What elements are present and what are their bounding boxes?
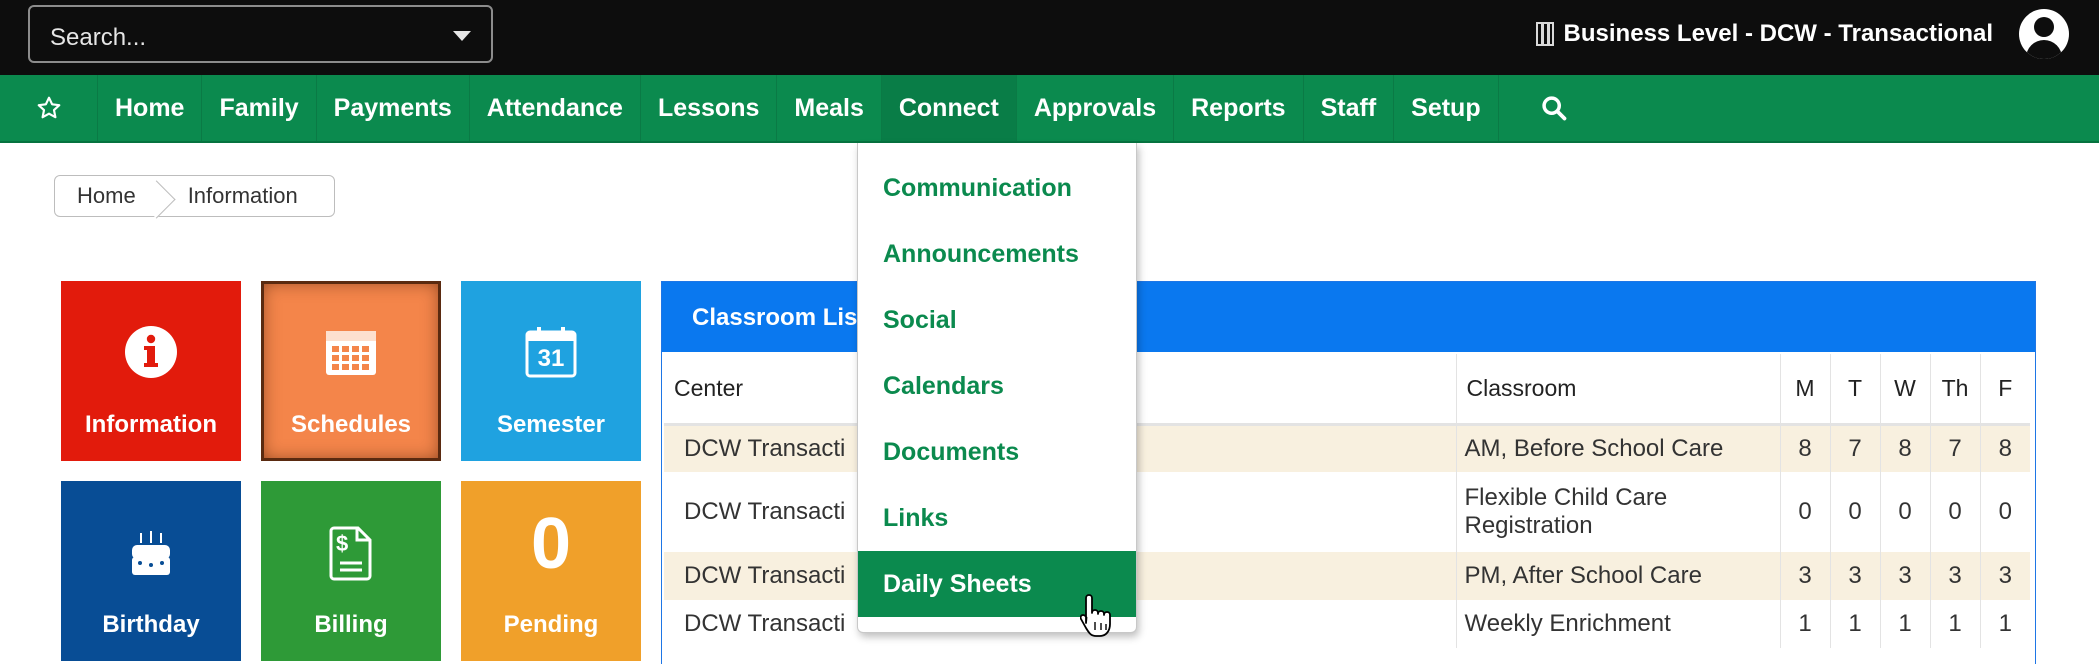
cell-w: 1 <box>1879 600 1930 648</box>
col-w[interactable]: W <box>1879 354 1930 426</box>
menu-item-communication[interactable]: Communication <box>858 155 1136 221</box>
cell-classroom: Weekly Enrichment <box>1455 600 1780 648</box>
cell-m: 0 <box>1779 472 1830 552</box>
business-level-label: Business Level - DCW - Transactional <box>1563 20 1993 47</box>
col-m[interactable]: M <box>1779 354 1830 426</box>
cell-m: 3 <box>1779 552 1830 600</box>
birthday-cake-icon <box>124 525 178 584</box>
tile-billing[interactable]: $ Billing <box>261 481 441 661</box>
calendar-day-number: 31 <box>537 345 565 372</box>
cell-t: 1 <box>1829 600 1880 648</box>
col-f[interactable]: F <box>1979 354 2030 426</box>
nav-approvals[interactable]: Approvals <box>1017 75 1175 141</box>
cell-m: 1 <box>1779 600 1830 648</box>
breadcrumb: Home Information <box>54 175 335 217</box>
cell-th: 7 <box>1929 424 1980 472</box>
cell-f: 0 <box>1979 472 2030 552</box>
app-window: Search... Business Level - DCW - Transac… <box>0 0 2099 664</box>
cell-t: 0 <box>1829 472 1880 552</box>
nav-payments[interactable]: Payments <box>317 75 470 141</box>
dropdown-caret-icon[interactable] <box>453 31 471 41</box>
search-placeholder: Search... <box>50 24 147 51</box>
invoice-dollar-icon: $ <box>324 525 378 581</box>
nav-setup[interactable]: Setup <box>1394 75 1499 141</box>
tile-schedules[interactable]: Schedules <box>261 281 441 461</box>
cell-th: 3 <box>1929 552 1980 600</box>
cell-w: 3 <box>1879 552 1930 600</box>
menu-item-links[interactable]: Links <box>858 485 1136 551</box>
search-select[interactable]: Search... <box>28 5 493 63</box>
nav-reports[interactable]: Reports <box>1174 75 1304 141</box>
building-icon <box>1535 22 1554 46</box>
cell-w: 0 <box>1879 472 1930 552</box>
nav-lessons[interactable]: Lessons <box>641 75 778 141</box>
nav-meals[interactable]: Meals <box>777 75 882 141</box>
cell-f: 3 <box>1979 552 2030 600</box>
menu-item-announcements[interactable]: Announcements <box>858 221 1136 287</box>
hand-pointer-cursor-icon <box>1079 592 1112 647</box>
calendar-grid-icon <box>324 325 378 384</box>
breadcrumb-home[interactable]: Home <box>55 183 162 209</box>
col-classroom[interactable]: Classroom <box>1455 354 1780 426</box>
menu-item-documents[interactable]: Documents <box>858 419 1136 485</box>
business-level-selector[interactable]: Business Level - DCW - Transactional <box>1535 20 1993 48</box>
cell-t: 3 <box>1829 552 1880 600</box>
menu-item-calendars[interactable]: Calendars <box>858 353 1136 419</box>
nav-attendance[interactable]: Attendance <box>470 75 641 141</box>
cell-f: 1 <box>1979 600 2030 648</box>
nav-connect[interactable]: Connect <box>881 75 1017 141</box>
breadcrumb-information: Information <box>187 183 298 208</box>
tile-pending[interactable]: 0 Pending <box>461 481 641 661</box>
dollar-sign: $ <box>336 531 349 556</box>
nav-search-icon[interactable] <box>1519 75 1589 141</box>
menu-item-social[interactable]: Social <box>858 287 1136 353</box>
top-bar: Search... Business Level - DCW - Transac… <box>0 0 2099 75</box>
tile-semester[interactable]: 31 Semester <box>461 281 641 461</box>
user-avatar-icon[interactable] <box>2019 9 2069 59</box>
cell-th: 1 <box>1929 600 1980 648</box>
info-icon <box>124 325 178 384</box>
tile-birthday-label: Birthday <box>102 611 200 638</box>
tile-information[interactable]: Information <box>61 281 241 461</box>
tile-semester-label: Semester <box>496 411 606 438</box>
tile-birthday[interactable]: Birthday <box>61 481 241 661</box>
calendar-31-icon: 31 <box>524 325 578 379</box>
tile-information-label: Information <box>85 411 217 438</box>
cell-m: 8 <box>1779 424 1830 472</box>
cell-w: 8 <box>1879 424 1930 472</box>
cell-th: 0 <box>1929 472 1980 552</box>
pending-count: 0 <box>530 504 572 584</box>
main-nav: Home Family Payments Attendance Lessons … <box>0 75 2099 143</box>
cell-classroom: AM, Before School Care <box>1455 424 1780 472</box>
connect-dropdown-menu: Communication Announcements Social Calen… <box>857 143 1137 633</box>
col-th[interactable]: Th <box>1929 354 1980 426</box>
col-t[interactable]: T <box>1829 354 1880 426</box>
nav-home[interactable]: Home <box>98 75 203 141</box>
cell-t: 7 <box>1829 424 1880 472</box>
tile-billing-label: Billing <box>314 611 388 638</box>
cell-classroom: Flexible Child Care Registration <box>1455 472 1780 552</box>
cell-f: 8 <box>1979 424 2030 472</box>
favorites-star-icon[interactable] <box>0 75 98 141</box>
tile-schedules-label: Schedules <box>290 411 412 438</box>
cell-classroom: PM, After School Care <box>1455 552 1780 600</box>
nav-family[interactable]: Family <box>202 75 317 141</box>
nav-staff[interactable]: Staff <box>1304 75 1395 141</box>
tile-pending-label: Pending <box>503 611 599 638</box>
